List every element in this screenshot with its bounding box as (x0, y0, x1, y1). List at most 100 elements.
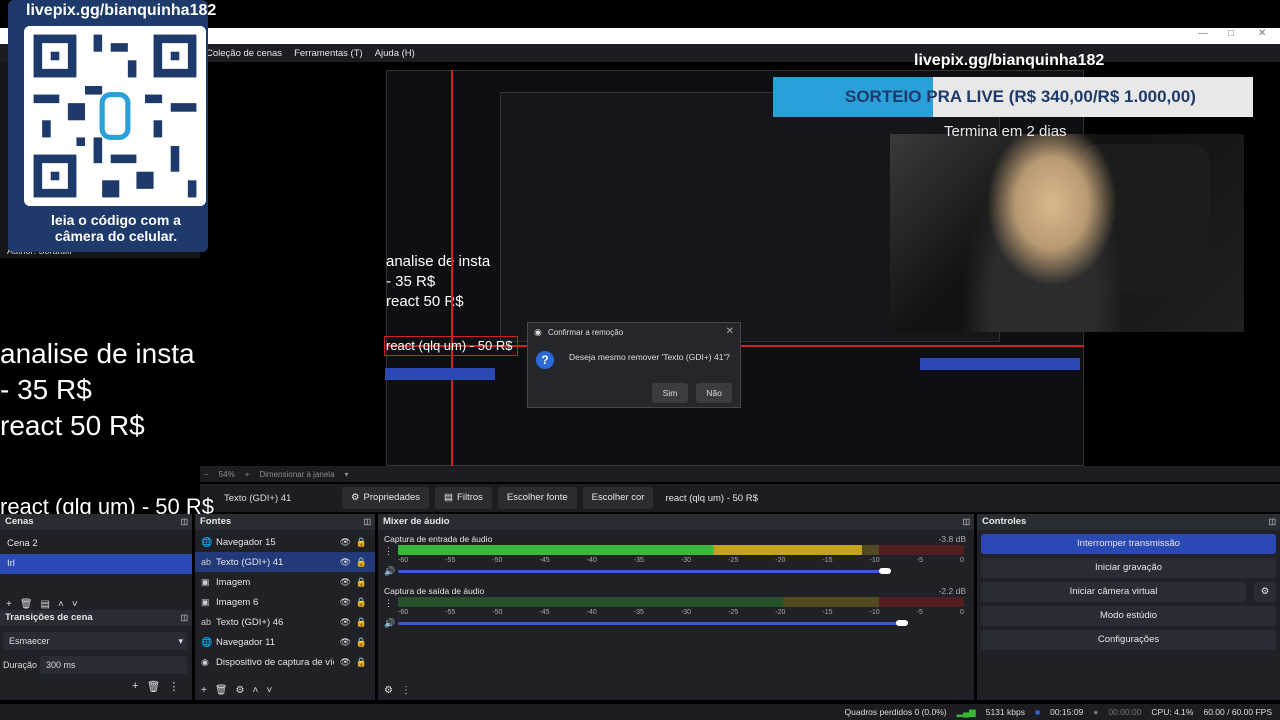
scale-mode[interactable]: Dimensionar à janela (259, 470, 334, 479)
undock-icon[interactable]: ◫ (363, 514, 371, 530)
menu-tools[interactable]: Ferramentas (T) (294, 48, 363, 59)
duration-input[interactable]: 300 ms (40, 656, 187, 674)
volume-slider[interactable] (398, 570, 885, 573)
lock-icon[interactable]: 🔒 (356, 657, 367, 668)
add-icon[interactable]: + (132, 680, 138, 693)
sources-dock: Fontes ◫ 🌐 Navegador 15 👁 🔒 ab Texto (GDI+) 4… (195, 514, 375, 700)
image-icon: ▣ (201, 576, 210, 587)
source-item[interactable]: 🌐 Navegador 11 👁 🔒 (195, 632, 375, 652)
source-item[interactable]: ▣ Imagem 6 👁 🔒 (195, 592, 375, 612)
confirm-remove-dialog: ◉ Confirmar a remoção ✕ ? Deseja mesmo r… (527, 322, 741, 408)
source-item[interactable]: ab Texto (GDI+) 41 👁 🔒 (195, 552, 375, 572)
sources-title: Fontes ◫ (195, 514, 375, 530)
menu-scene-collection[interactable]: Coleção de cenas (206, 48, 282, 59)
volume-knob[interactable] (879, 568, 891, 574)
scene-item-cena-2[interactable]: Cena 2 (0, 534, 192, 554)
choose-font-button[interactable]: Escolher fonte (497, 487, 577, 509)
no-button[interactable]: Não (696, 383, 732, 403)
track-db: -3.8 dB (938, 534, 966, 544)
source-text-value: react (qlq um) - 50 R$ (665, 492, 758, 504)
add-icon[interactable]: + (6, 599, 12, 610)
speaker-icon[interactable]: 🔊 (384, 566, 395, 577)
filters-button[interactable]: ▤ Filtros (435, 487, 492, 509)
controls-dock: Controles ◫ Interromper transmissão Inici… (977, 514, 1280, 700)
lock-icon[interactable]: 🔒 (356, 597, 367, 608)
trash-icon[interactable]: 🗑 (146, 680, 160, 693)
more-icon[interactable]: ⋮ (384, 546, 393, 557)
fps: 60.00 / 60.00 FPS (1203, 707, 1272, 717)
eye-icon[interactable]: 👁 (340, 657, 351, 668)
chevron-down-icon[interactable]: ˅ (72, 599, 78, 610)
qr-caption: leia o código com a câmera do celular. (51, 212, 181, 244)
image-icon: ▣ (201, 596, 210, 607)
add-icon[interactable]: + (201, 685, 207, 696)
maximize-icon[interactable]: □ (1228, 28, 1234, 39)
studio-mode-button[interactable]: Modo estúdio (981, 606, 1276, 626)
eye-icon[interactable]: 👁 (340, 577, 351, 588)
trash-icon[interactable]: 🗑 (215, 685, 228, 696)
nested-price-text: analise de insta - 35 R$ react 50 R$ (386, 253, 491, 310)
source-item[interactable]: ▣ Imagem 👁 🔒 (195, 572, 375, 592)
more-icon[interactable]: ⋮ (168, 680, 179, 693)
undock-icon[interactable]: ◫ (1268, 514, 1276, 530)
transitions-dock: Transições de cena ◫ Esmaecer ▾ Duração 30… (0, 610, 192, 700)
text-icon: ab (201, 617, 212, 627)
speaker-icon[interactable]: 🔊 (384, 618, 395, 629)
eye-icon[interactable]: 👁 (340, 637, 351, 648)
bitrate: 5131 kbps (985, 707, 1025, 717)
scene-item-irl[interactable]: Irl (0, 554, 192, 574)
lock-icon[interactable]: 🔒 (356, 617, 367, 628)
undock-icon[interactable]: ◫ (180, 514, 188, 530)
gear-icon[interactable]: ⚙ (1254, 582, 1276, 602)
price-list-text: analise de insta - 35 R$ react 50 R$ (0, 338, 195, 441)
chevron-down-icon[interactable]: ▾ (345, 470, 349, 479)
start-recording-button[interactable]: Iniciar gravação (981, 558, 1276, 578)
undock-icon[interactable]: ◫ (962, 514, 970, 530)
dialog-close-icon[interactable]: ✕ (726, 326, 734, 337)
webcam-feed (890, 134, 1244, 332)
transition-select[interactable]: Esmaecer ▾ (3, 632, 187, 650)
scenes-title: Cenas ◫ (0, 514, 192, 530)
eye-icon[interactable]: 👁 (340, 617, 351, 628)
lock-icon[interactable]: 🔒 (356, 637, 367, 648)
settings-button[interactable]: Configurações (981, 630, 1276, 650)
chevron-up-icon[interactable]: ˄ (253, 685, 259, 696)
lock-icon[interactable]: 🔒 (356, 537, 367, 548)
source-item[interactable]: ab Texto (GDI+) 46 👁 🔒 (195, 612, 375, 632)
close-icon[interactable]: ✕ (1258, 28, 1266, 39)
chevron-up-icon[interactable]: ˄ (58, 599, 64, 610)
choose-color-button[interactable]: Escolher cor (582, 487, 654, 509)
eye-icon[interactable]: 👁 (340, 557, 351, 568)
properties-button[interactable]: ⚙ Propriedades (342, 487, 430, 509)
menu-help[interactable]: Ajuda (H) (375, 48, 415, 59)
source-item[interactable]: ◉ Dispositivo de captura de víd 👁 🔒 (195, 652, 375, 672)
gear-icon[interactable]: ⚙ (236, 685, 245, 696)
chevron-down-icon[interactable]: ˅ (266, 685, 272, 696)
eye-icon[interactable]: 👁 (340, 537, 351, 548)
source-item[interactable]: 🌐 Navegador 15 👁 🔒 (195, 532, 375, 552)
lock-icon[interactable]: 🔒 (356, 577, 367, 588)
gear-icon[interactable]: ⚙ (384, 685, 393, 696)
globe-icon: 🌐 (201, 536, 213, 547)
minimize-icon[interactable]: — (1198, 28, 1208, 39)
globe-icon: 🌐 (201, 636, 213, 647)
db-scale: -60 -55 -50 -45 -40 -35 -30 -25 -20 -15 -10 -5 0 (398, 557, 964, 564)
volume-slider[interactable] (398, 622, 902, 625)
stop-stream-button[interactable]: Interromper transmissão (981, 534, 1276, 554)
eye-icon[interactable]: 👁 (340, 597, 351, 608)
trash-icon[interactable]: 🗑 (20, 599, 33, 610)
more-icon[interactable]: ⋮ (384, 598, 393, 609)
donation-url-right: livepix.gg/bianquinha182 (914, 52, 1105, 69)
volume-knob[interactable] (896, 620, 908, 626)
record-time: 00:00:00 (1108, 707, 1142, 717)
zoom-out-icon[interactable]: − (204, 470, 209, 479)
yes-button[interactable]: Sim (652, 383, 688, 403)
lock-icon[interactable]: 🔒 (356, 557, 367, 568)
more-icon[interactable]: ⋮ (401, 685, 411, 696)
undock-icon[interactable]: ◫ (180, 610, 188, 626)
preview-status-bar: − 54% + Dimensionar à janela ▾ (200, 466, 1280, 482)
filter-icon[interactable]: ▤ (41, 599, 50, 610)
mixer-title: Mixer de áudio ◫ (378, 514, 974, 530)
virtual-camera-button[interactable]: Iniciar câmera virtual (981, 582, 1246, 602)
zoom-in-icon[interactable]: + (245, 470, 250, 479)
